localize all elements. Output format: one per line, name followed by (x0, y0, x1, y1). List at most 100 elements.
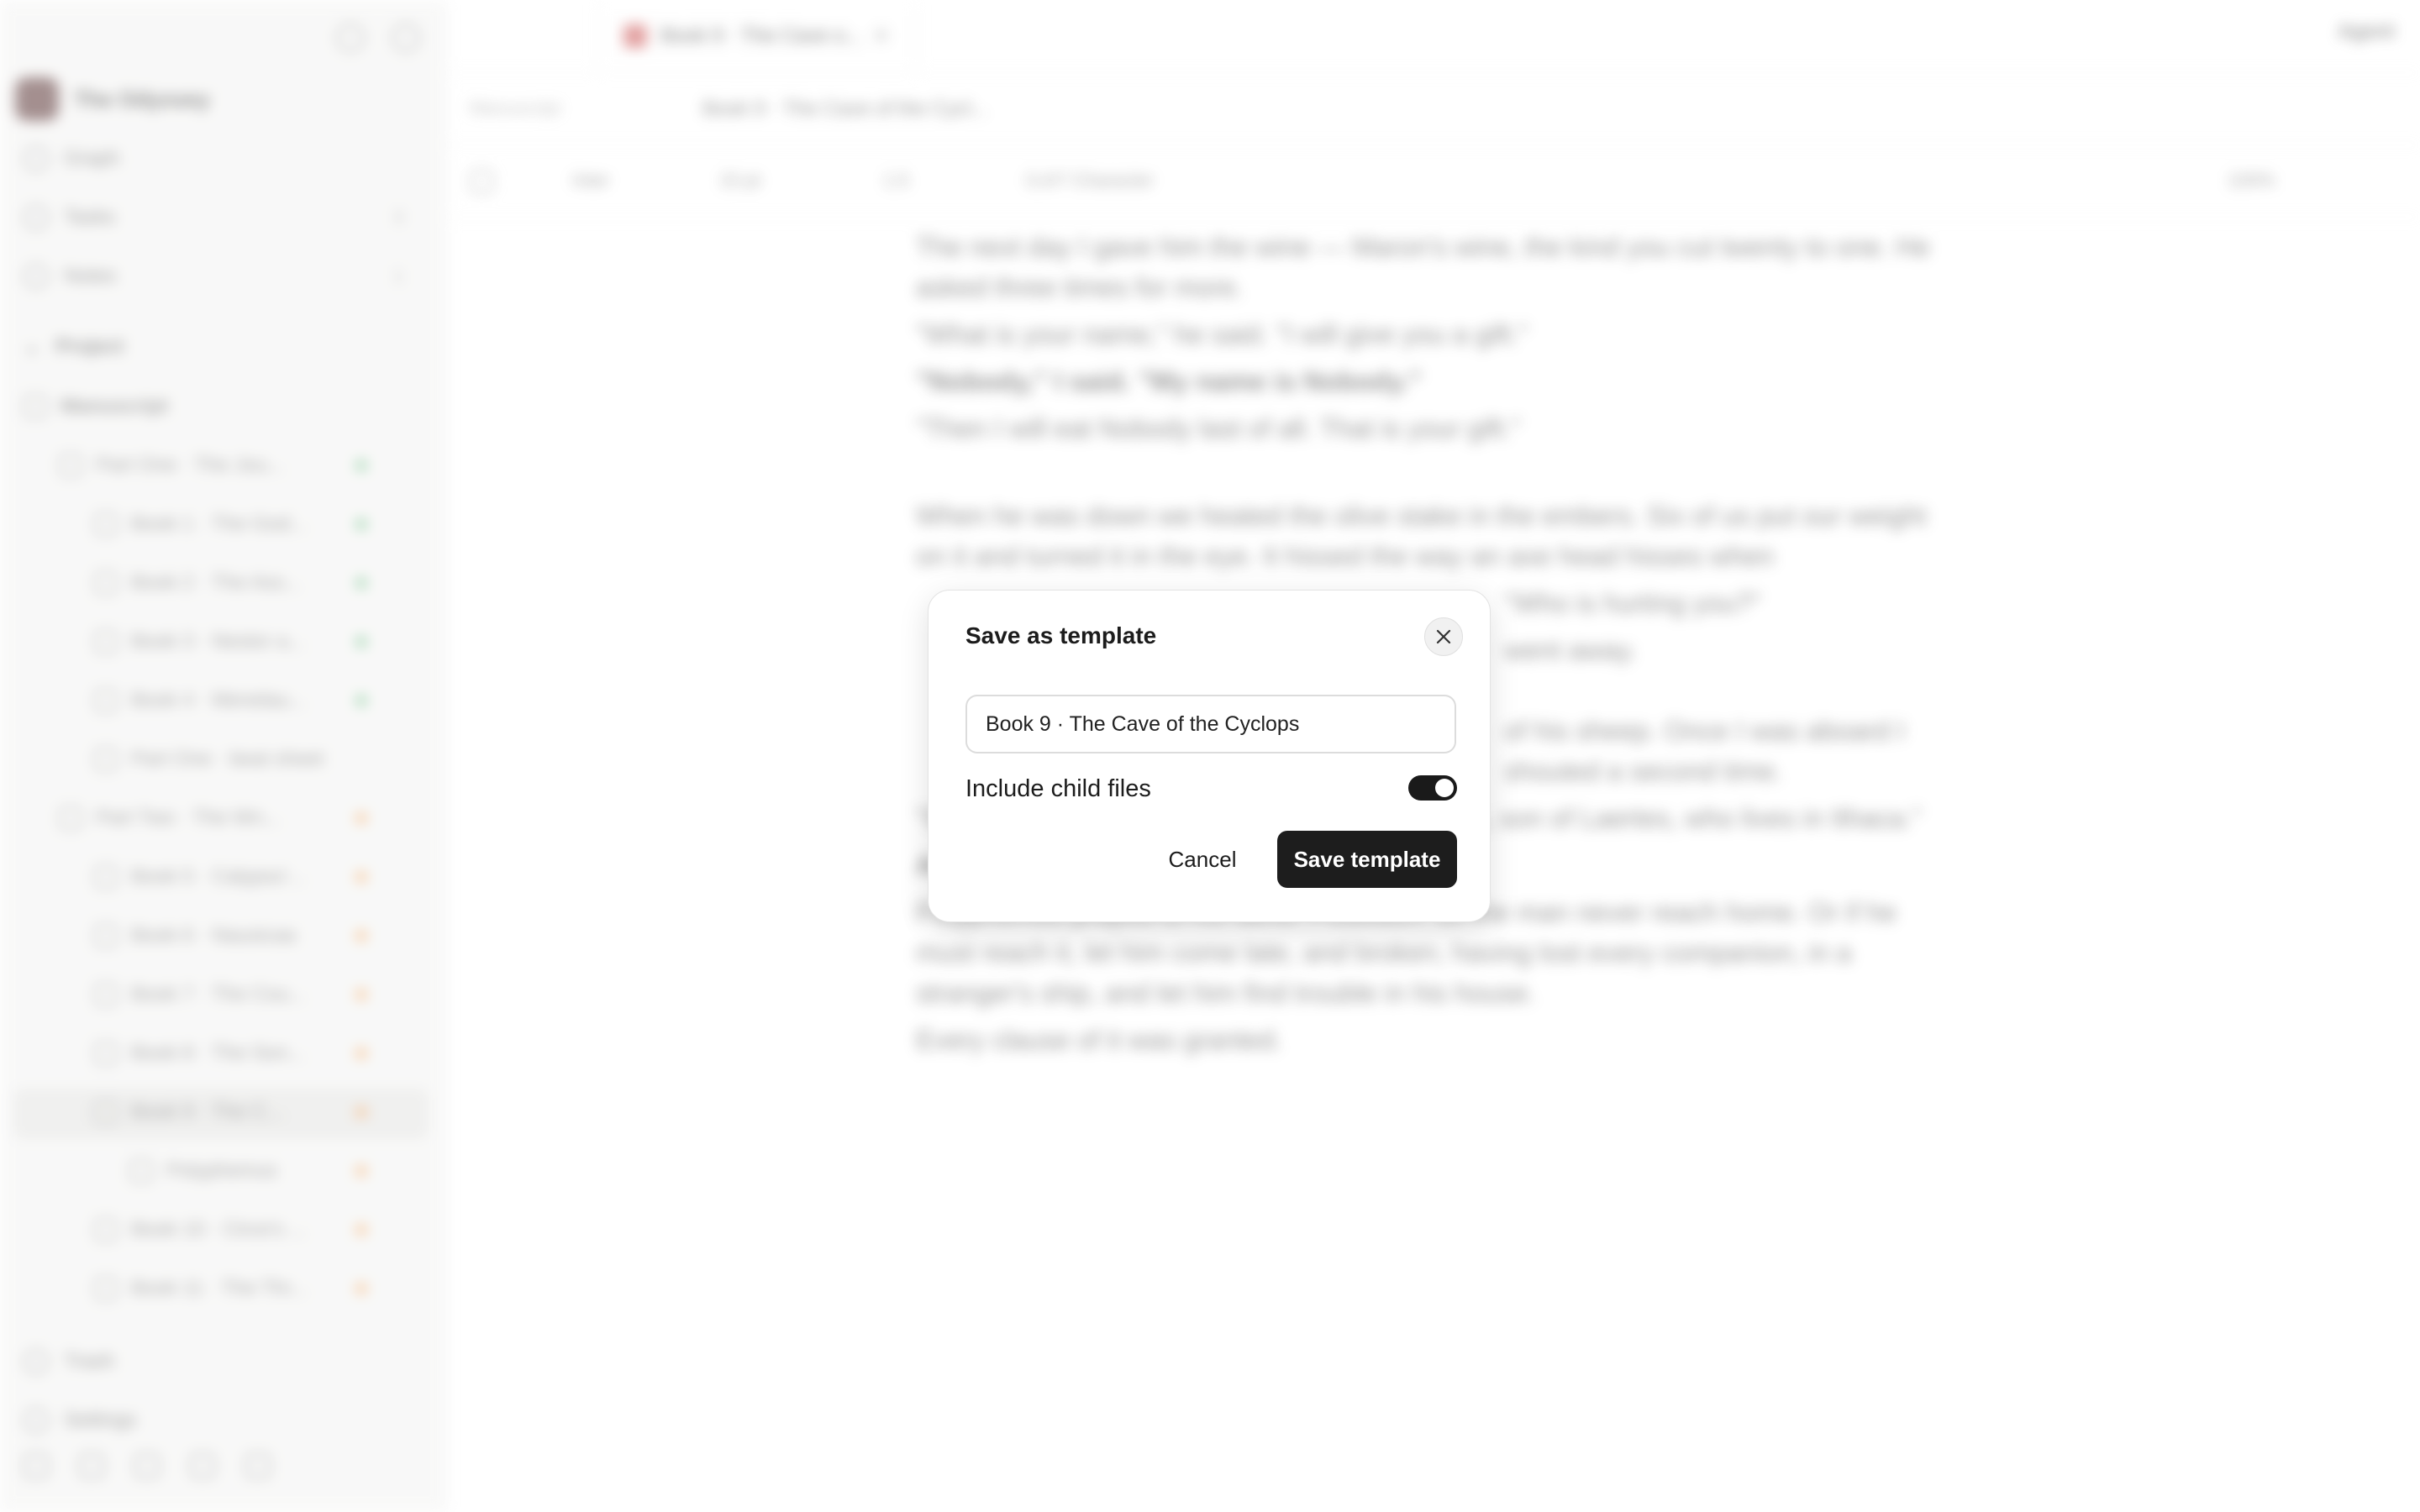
include-child-files-toggle[interactable] (1408, 775, 1457, 801)
status-dot (356, 990, 366, 1000)
sidebar-item-graph[interactable]: Graph (24, 146, 120, 171)
status-dot-wrap (356, 872, 366, 882)
tree-item[interactable]: Part One · The Jou... (59, 454, 284, 477)
undo-icon[interactable] (470, 170, 493, 193)
character-select[interactable]: 0,4/7 Character (1026, 170, 1154, 192)
save-template-button[interactable]: Save template (1277, 831, 1457, 888)
zoom-select[interactable]: 100% (2228, 170, 2275, 192)
tree-label: Part One · The Jou... (96, 454, 284, 476)
panel-toggle-icon[interactable] (392, 24, 420, 52)
breadcrumb: Manuscript Book 9 · The Cave of the Cycl… (446, 72, 2420, 145)
tree-label: Book 5 · Calypso'... (131, 865, 306, 888)
tree-item[interactable]: Polyphemus (129, 1159, 277, 1183)
status-dot-wrap (356, 1048, 366, 1058)
folder-icon (59, 454, 82, 477)
tree-label: Book 7 · The Cou... (131, 983, 306, 1005)
doc-paragraph: "Nobody," I said. "My name is Nobody." (916, 366, 1422, 396)
status-dot (356, 696, 366, 706)
document-icon (94, 983, 118, 1006)
document-icon (94, 1100, 118, 1124)
tasks-icon (24, 205, 49, 230)
tree-label: Book 4 · Menelau... (131, 689, 307, 711)
tree-label: Manuscript (60, 395, 169, 417)
gear-icon (24, 1408, 49, 1433)
agent-button[interactable]: Agent (2338, 20, 2395, 44)
folder-icon (59, 806, 82, 830)
help-icon[interactable] (190, 1453, 215, 1478)
sidebar-item-settings[interactable]: Settings (24, 1408, 137, 1433)
workspace-switcher[interactable]: The Odyssey (15, 77, 210, 121)
sidebar-item-label: Settings (64, 1409, 137, 1431)
document-icon (94, 689, 118, 712)
sidebar-bottom-icons (24, 1453, 271, 1478)
status-dot (356, 1225, 366, 1235)
status-dot (356, 813, 366, 823)
database-icon[interactable] (134, 1453, 160, 1478)
status-dot-wrap (356, 637, 366, 647)
status-dot-wrap (356, 696, 366, 706)
template-name-input[interactable] (965, 695, 1456, 753)
breadcrumb-parent[interactable]: Manuscript (470, 97, 560, 119)
close-icon[interactable]: × (876, 24, 887, 48)
status-dot-wrap (356, 1166, 366, 1176)
status-dot (356, 637, 366, 647)
tree-label: Book 3 · Nestor a... (131, 630, 305, 653)
sidebar-item-label: Tasks (64, 206, 116, 228)
sidebar-item-count: 1 (393, 265, 404, 286)
document-icon (623, 24, 647, 48)
format-toolbar: Inter 15 pt 1.5 0,4/7 Character 100% (446, 144, 2420, 218)
tree-label: Book 9 · The C... (131, 1100, 283, 1123)
workspace-avatar (15, 77, 59, 121)
tree-label: Book 1 · The God... (131, 512, 308, 535)
user-icon[interactable] (24, 1453, 49, 1478)
document-icon (94, 1042, 118, 1065)
font-style-select[interactable]: Inter (572, 170, 609, 192)
tree-item[interactable]: Book 4 · Menelau... (94, 689, 306, 712)
people-icon[interactable] (79, 1453, 104, 1478)
tree-item[interactable]: Book 5 · Calypso'... (94, 865, 305, 889)
tree-root-manuscript[interactable]: Manuscript (24, 395, 168, 418)
tree-item[interactable]: Part One · beat sheet (94, 748, 324, 771)
tree-item[interactable]: Book 11 · The Thr... (94, 1277, 307, 1300)
tree-item[interactable]: Book 6 · Nausicaa (94, 924, 296, 948)
font-size-select[interactable]: 15 pt (719, 170, 760, 192)
sidebar-item-tasks[interactable]: Tasks 3 (24, 205, 403, 230)
dialog-title: Save as template (965, 622, 1157, 648)
tree-item[interactable]: Part Two · The Wn... (59, 806, 280, 830)
tree-label: Book 2 · The Ass... (131, 571, 302, 594)
tree-item[interactable]: Book 3 · Nestor a... (94, 630, 305, 654)
trash-icon (24, 1349, 49, 1374)
search-icon[interactable] (336, 24, 365, 52)
sidebar-item-label: Graph (64, 147, 120, 170)
cancel-button[interactable]: Cancel (1149, 831, 1256, 888)
status-dot (356, 1107, 366, 1117)
tree-item[interactable]: Book 8 · The Son... (94, 1042, 304, 1065)
folder-icon (24, 395, 47, 418)
status-dot-wrap (356, 813, 366, 823)
sidebar-item-trash[interactable]: Trash (24, 1349, 114, 1374)
tab-bar: Book 9 · The Cave o... × Agent (446, 0, 2420, 73)
note-icon (94, 748, 118, 771)
document-icon (94, 512, 118, 536)
tree-item[interactable]: Book 10 · Circe's ... (94, 1218, 307, 1242)
tree-item[interactable]: Book 9 · The C... (94, 1100, 283, 1124)
document-icon (94, 924, 118, 948)
tree-item[interactable]: Book 1 · The God... (94, 512, 307, 536)
tree-label: Part One · beat sheet (131, 748, 324, 770)
status-dot (356, 1048, 366, 1058)
tab-active[interactable]: Book 9 · The Cave o... × (597, 0, 917, 72)
status-dot (356, 519, 366, 529)
sidebar-item-label: Trash (64, 1350, 115, 1373)
tree-item[interactable]: Book 7 · The Cou... (94, 983, 306, 1006)
doc-paragraph: "What is your name," he said. "I will gi… (916, 319, 1528, 349)
line-spacing-select[interactable]: 1.5 (883, 170, 909, 192)
document-icon (94, 1218, 118, 1242)
sidebar-item-notes[interactable]: Notes 1 (24, 264, 403, 289)
tree-item[interactable]: Book 2 · The Ass... (94, 571, 301, 595)
tree-label: Part Two · The Wn... (96, 806, 281, 829)
pen-icon[interactable] (245, 1453, 271, 1478)
status-dot (356, 1166, 366, 1176)
project-section-header[interactable]: ⌄ Project (24, 334, 124, 359)
sidebar-top-icons (336, 24, 420, 52)
close-button[interactable] (1424, 617, 1463, 656)
